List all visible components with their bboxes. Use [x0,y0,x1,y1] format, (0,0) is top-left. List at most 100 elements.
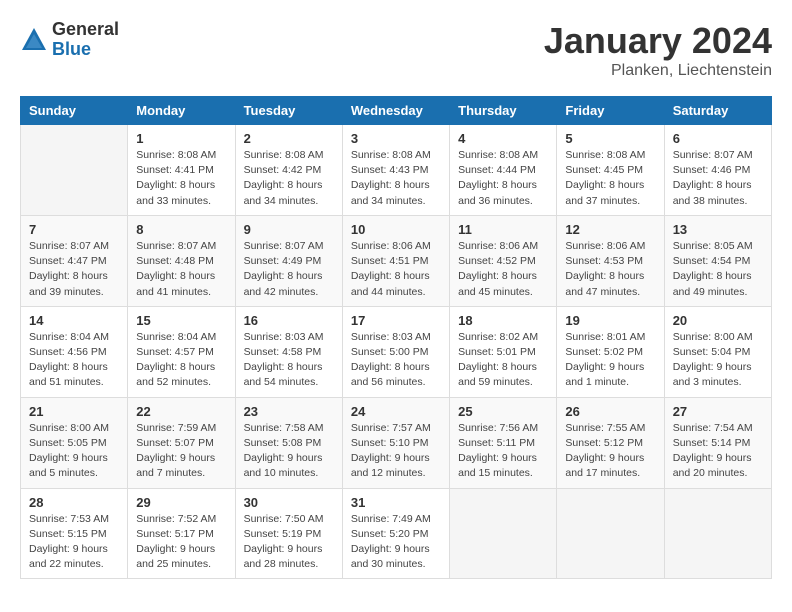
day-number: 8 [136,222,226,237]
logo-blue: Blue [52,40,119,60]
day-cell: 17Sunrise: 8:03 AMSunset: 5:00 PMDayligh… [342,306,449,397]
day-info: Sunrise: 8:04 AMSunset: 4:56 PMDaylight:… [29,330,119,391]
day-info: Sunrise: 8:00 AMSunset: 5:05 PMDaylight:… [29,421,119,482]
day-cell: 4 Sunrise: 8:08 AMSunset: 4:44 PMDaylight… [450,125,557,216]
day-cell [450,488,557,579]
day-number: 25 [458,404,548,419]
day-info: Sunrise: 7:59 AMSunset: 5:07 PMDaylight:… [136,421,226,482]
day-number: 2 [244,131,334,146]
day-info: Sunrise: 8:00 AMSunset: 5:04 PMDaylight:… [673,330,763,391]
day-info: Sunrise: 8:06 AMSunset: 4:53 PMDaylight:… [565,239,655,300]
day-cell: 14 Sunrise: 8:04 AMSunset: 4:56 PMDayligh… [21,306,128,397]
col-wednesday: Wednesday [342,97,449,125]
header-row: Sunday Monday Tuesday Wednesday Thursday… [21,97,772,125]
day-cell: 19Sunrise: 8:01 AMSunset: 5:02 PMDayligh… [557,306,664,397]
day-number: 5 [565,131,655,146]
day-number: 6 [673,131,763,146]
day-number: 23 [244,404,334,419]
day-number: 17 [351,313,441,328]
day-number: 30 [244,495,334,510]
day-cell: 30 Sunrise: 7:50 AMSunset: 5:19 PMDayligh… [235,488,342,579]
day-info: Sunrise: 7:53 AMSunset: 5:15 PMDaylight:… [29,512,119,573]
day-number: 13 [673,222,763,237]
day-number: 4 [458,131,548,146]
day-number: 12 [565,222,655,237]
day-cell: 18Sunrise: 8:02 AMSunset: 5:01 PMDayligh… [450,306,557,397]
week-row-1: 1Sunrise: 8:08 AMSunset: 4:41 PMDaylight… [21,125,772,216]
day-number: 9 [244,222,334,237]
day-cell: 13 Sunrise: 8:05 AMSunset: 4:54 PMDayligh… [664,215,771,306]
week-row-3: 14 Sunrise: 8:04 AMSunset: 4:56 PMDayligh… [21,306,772,397]
logo-text: General Blue [52,20,119,60]
day-cell: 24Sunrise: 7:57 AMSunset: 5:10 PMDayligh… [342,397,449,488]
day-info: Sunrise: 8:08 AMSunset: 4:44 PMDaylight:… [458,148,548,209]
day-number: 1 [136,131,226,146]
day-cell: 23 Sunrise: 7:58 AMSunset: 5:08 PMDayligh… [235,397,342,488]
day-info: Sunrise: 8:06 AMSunset: 4:52 PMDaylight:… [458,239,548,300]
day-cell: 22 Sunrise: 7:59 AMSunset: 5:07 PMDayligh… [128,397,235,488]
day-info: Sunrise: 8:08 AMSunset: 4:45 PMDaylight:… [565,148,655,209]
day-number: 19 [565,313,655,328]
day-info: Sunrise: 7:55 AMSunset: 5:12 PMDaylight:… [565,421,655,482]
day-cell: 16Sunrise: 8:03 AMSunset: 4:58 PMDayligh… [235,306,342,397]
col-sunday: Sunday [21,97,128,125]
day-cell: 7 Sunrise: 8:07 AMSunset: 4:47 PMDaylight… [21,215,128,306]
page-header: General Blue January 2024 Planken, Liech… [20,20,772,80]
day-number: 20 [673,313,763,328]
col-thursday: Thursday [450,97,557,125]
col-saturday: Saturday [664,97,771,125]
day-cell: 15Sunrise: 8:04 AMSunset: 4:57 PMDayligh… [128,306,235,397]
col-monday: Monday [128,97,235,125]
day-info: Sunrise: 8:05 AMSunset: 4:54 PMDaylight:… [673,239,763,300]
day-cell: 5 Sunrise: 8:08 AMSunset: 4:45 PMDaylight… [557,125,664,216]
day-number: 21 [29,404,119,419]
day-info: Sunrise: 8:08 AMSunset: 4:42 PMDaylight:… [244,148,334,209]
day-number: 7 [29,222,119,237]
day-cell [664,488,771,579]
day-number: 24 [351,404,441,419]
day-cell: 3Sunrise: 8:08 AMSunset: 4:43 PMDaylight… [342,125,449,216]
week-row-2: 7 Sunrise: 8:07 AMSunset: 4:47 PMDaylight… [21,215,772,306]
calendar: Sunday Monday Tuesday Wednesday Thursday… [20,96,772,579]
day-cell: 9Sunrise: 8:07 AMSunset: 4:49 PMDaylight… [235,215,342,306]
day-cell: 25Sunrise: 7:56 AMSunset: 5:11 PMDayligh… [450,397,557,488]
day-number: 11 [458,222,548,237]
week-row-5: 28 Sunrise: 7:53 AMSunset: 5:15 PMDayligh… [21,488,772,579]
day-number: 10 [351,222,441,237]
day-number: 26 [565,404,655,419]
day-cell: 27Sunrise: 7:54 AMSunset: 5:14 PMDayligh… [664,397,771,488]
day-info: Sunrise: 8:07 AMSunset: 4:47 PMDaylight:… [29,239,119,300]
day-info: Sunrise: 8:04 AMSunset: 4:57 PMDaylight:… [136,330,226,391]
day-info: Sunrise: 8:07 AMSunset: 4:48 PMDaylight:… [136,239,226,300]
day-info: Sunrise: 8:02 AMSunset: 5:01 PMDaylight:… [458,330,548,391]
day-cell: 10 Sunrise: 8:06 AMSunset: 4:51 PMDayligh… [342,215,449,306]
day-info: Sunrise: 7:49 AMSunset: 5:20 PMDaylight:… [351,512,441,573]
day-number: 27 [673,404,763,419]
day-info: Sunrise: 7:50 AMSunset: 5:19 PMDaylight:… [244,512,334,573]
day-cell: 29Sunrise: 7:52 AMSunset: 5:17 PMDayligh… [128,488,235,579]
day-cell: 31 Sunrise: 7:49 AMSunset: 5:20 PMDayligh… [342,488,449,579]
day-info: Sunrise: 8:07 AMSunset: 4:46 PMDaylight:… [673,148,763,209]
day-info: Sunrise: 8:06 AMSunset: 4:51 PMDaylight:… [351,239,441,300]
day-cell: 11 Sunrise: 8:06 AMSunset: 4:52 PMDayligh… [450,215,557,306]
day-cell: 20 Sunrise: 8:00 AMSunset: 5:04 PMDayligh… [664,306,771,397]
day-number: 14 [29,313,119,328]
calendar-body: 1Sunrise: 8:08 AMSunset: 4:41 PMDaylight… [21,125,772,579]
day-number: 29 [136,495,226,510]
day-info: Sunrise: 8:08 AMSunset: 4:43 PMDaylight:… [351,148,441,209]
day-info: Sunrise: 8:03 AMSunset: 4:58 PMDaylight:… [244,330,334,391]
day-cell: 12 Sunrise: 8:06 AMSunset: 4:53 PMDayligh… [557,215,664,306]
day-cell: 26 Sunrise: 7:55 AMSunset: 5:12 PMDayligh… [557,397,664,488]
day-number: 31 [351,495,441,510]
day-number: 28 [29,495,119,510]
day-info: Sunrise: 7:58 AMSunset: 5:08 PMDaylight:… [244,421,334,482]
day-cell [21,125,128,216]
day-cell: 28 Sunrise: 7:53 AMSunset: 5:15 PMDayligh… [21,488,128,579]
day-number: 22 [136,404,226,419]
day-cell: 1Sunrise: 8:08 AMSunset: 4:41 PMDaylight… [128,125,235,216]
week-row-4: 21 Sunrise: 8:00 AMSunset: 5:05 PMDayligh… [21,397,772,488]
logo-icon [20,26,48,54]
logo: General Blue [20,20,119,60]
logo-general: General [52,20,119,40]
day-cell: 2 Sunrise: 8:08 AMSunset: 4:42 PMDaylight… [235,125,342,216]
